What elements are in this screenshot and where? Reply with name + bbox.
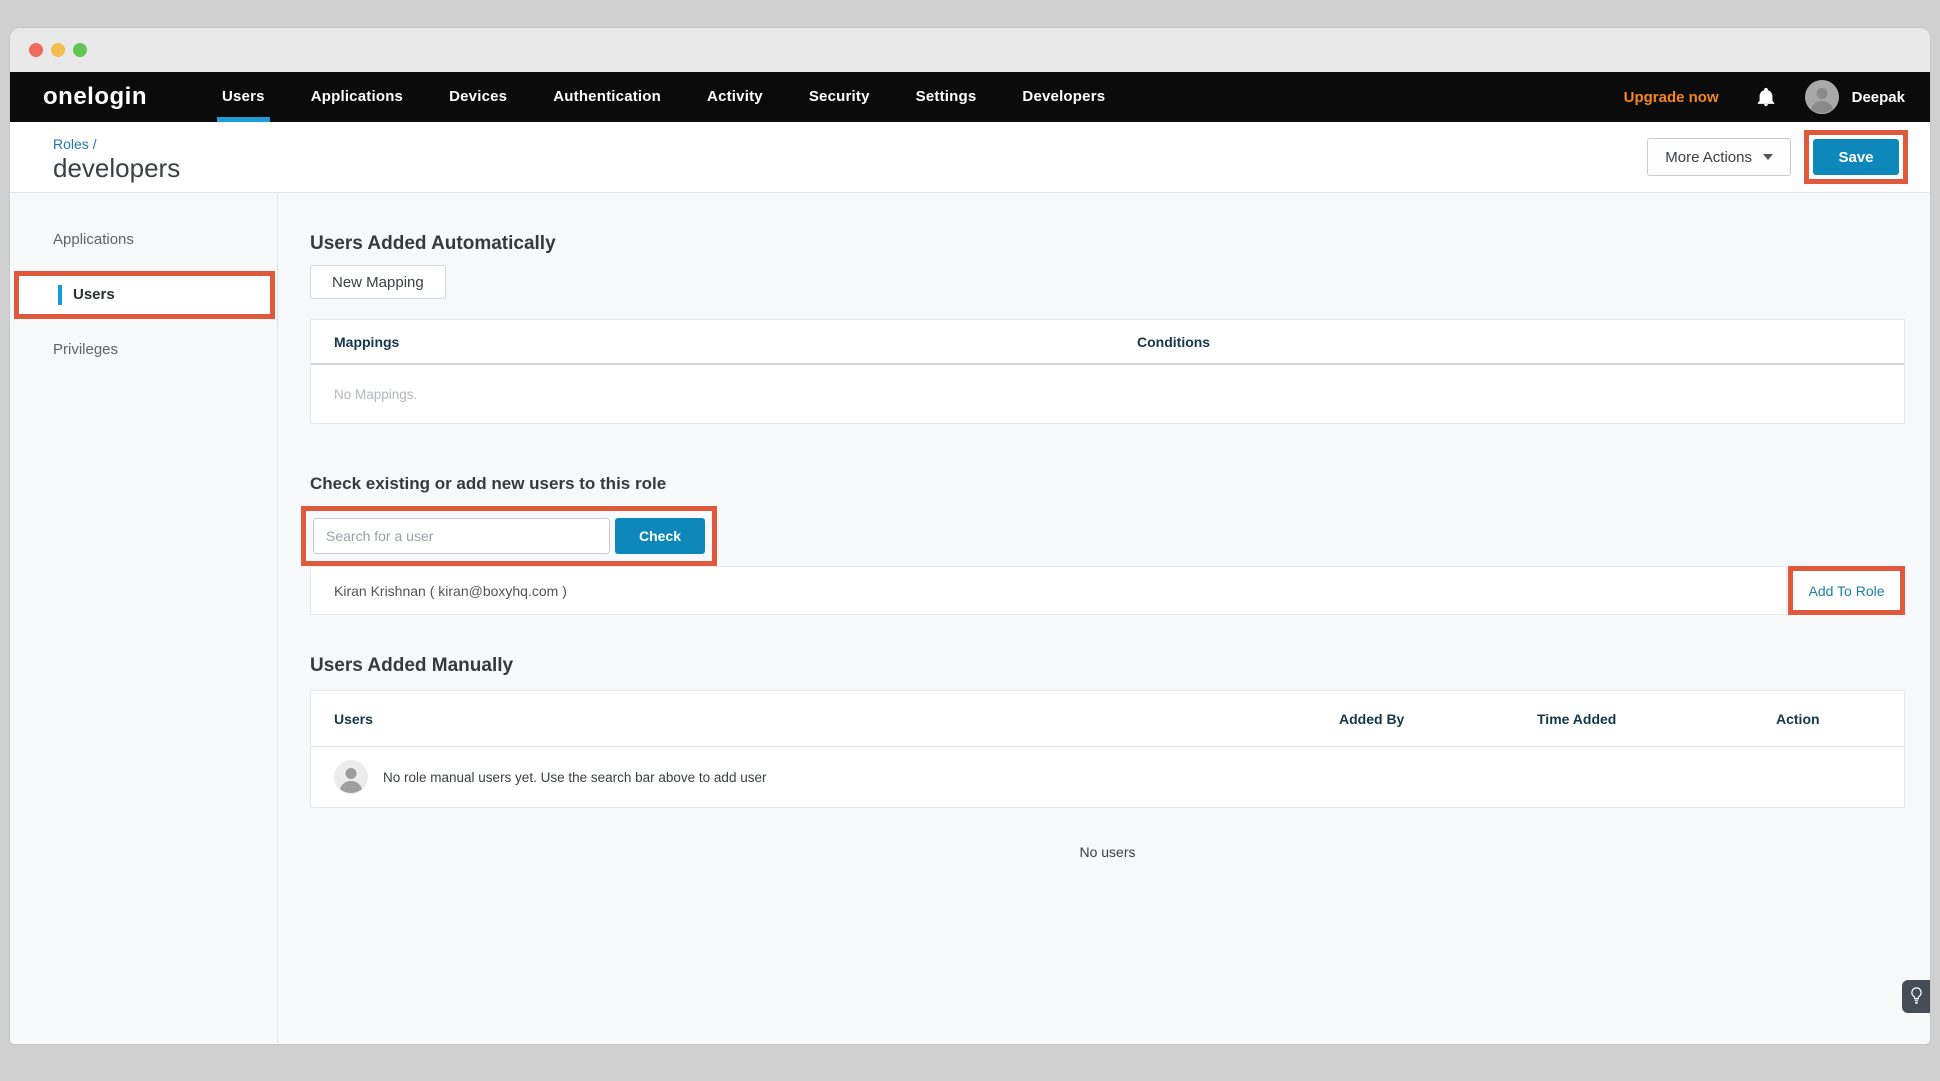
avatar-icon[interactable]: [1805, 80, 1839, 114]
search-user-input[interactable]: [313, 518, 610, 554]
search-result-row-wrap: Kiran Krishnan ( kiran@boxyhq.com ) Add …: [310, 566, 1905, 615]
close-icon[interactable]: [29, 43, 43, 57]
new-mapping-button[interactable]: New Mapping: [310, 265, 446, 299]
nav-tab-developers[interactable]: Developers: [999, 72, 1128, 122]
content-area: Applications Users Privileges Users Adde…: [10, 193, 1930, 1043]
save-annotation-box: Save: [1804, 130, 1908, 184]
lightbulb-helper-button[interactable]: [1902, 980, 1930, 1013]
add-to-role-annotation-box: Add To Role: [1788, 566, 1905, 615]
no-users-text: No users: [310, 844, 1905, 860]
sidebar-item-applications[interactable]: Applications: [10, 217, 277, 263]
nav-tab-activity[interactable]: Activity: [684, 72, 786, 122]
breadcrumb-block: Roles / developers: [53, 134, 180, 181]
no-mappings-text: No Mappings.: [311, 365, 1904, 423]
added-by-column-header: Added By: [1339, 711, 1537, 727]
chevron-down-icon: [1763, 154, 1773, 160]
sidebar-item-privileges[interactable]: Privileges: [10, 327, 277, 373]
user-name[interactable]: Deepak: [1852, 89, 1905, 106]
nav-tab-authentication[interactable]: Authentication: [530, 72, 684, 122]
save-button[interactable]: Save: [1813, 139, 1899, 175]
zoom-icon[interactable]: [73, 43, 87, 57]
minimize-icon[interactable]: [51, 43, 65, 57]
search-result-row: Kiran Krishnan ( kiran@boxyhq.com ): [310, 566, 1787, 615]
manual-section-heading: Users Added Manually: [310, 655, 1905, 677]
breadcrumb[interactable]: Roles /: [53, 136, 180, 152]
manual-users-table: Users Added By Time Added Action No role…: [310, 690, 1905, 808]
top-navbar: onelogin Users Applications Devices Auth…: [10, 72, 1930, 122]
nav-tab-settings[interactable]: Settings: [893, 72, 1000, 122]
mappings-column-header: Mappings: [334, 334, 1137, 350]
app-window: onelogin Users Applications Devices Auth…: [10, 28, 1930, 1044]
nav-tab-devices[interactable]: Devices: [426, 72, 530, 122]
users-annotation-box: Users: [14, 271, 275, 319]
no-manual-users-text: No role manual users yet. Use the search…: [383, 770, 766, 785]
page-header: Roles / developers More Actions Save: [10, 122, 1930, 193]
mappings-table-header: Mappings Conditions: [311, 320, 1904, 365]
nav-tabs: Users Applications Devices Authenticatio…: [199, 72, 1128, 122]
search-annotation-box: Check: [301, 506, 717, 566]
manual-users-empty-row: No role manual users yet. Use the search…: [311, 747, 1904, 807]
main-panel: Users Added Automatically New Mapping Ma…: [278, 193, 1930, 1043]
lightbulb-icon: [1910, 987, 1923, 1007]
nav-tab-users[interactable]: Users: [199, 72, 288, 122]
nav-tab-security[interactable]: Security: [786, 72, 893, 122]
add-to-role-link[interactable]: Add To Role: [1808, 583, 1884, 599]
nav-tab-applications[interactable]: Applications: [288, 72, 426, 122]
header-actions: More Actions Save: [1647, 130, 1908, 184]
more-actions-label: More Actions: [1665, 149, 1752, 166]
sidebar-item-users-label: Users: [73, 276, 115, 314]
auto-section-heading: Users Added Automatically: [310, 233, 1905, 255]
action-column-header: Action: [1776, 711, 1904, 727]
user-placeholder-avatar-icon: [334, 760, 368, 794]
navbar-right: Upgrade now Deepak: [1624, 80, 1905, 114]
window-titlebar: [10, 28, 1930, 72]
check-button[interactable]: Check: [615, 518, 705, 554]
active-indicator-bar: [58, 285, 62, 305]
users-column-header: Users: [334, 711, 1339, 727]
mappings-table: Mappings Conditions No Mappings.: [310, 319, 1905, 424]
manual-users-table-header: Users Added By Time Added Action: [311, 691, 1904, 747]
onelogin-logo: onelogin: [43, 83, 147, 111]
role-sidebar: Applications Users Privileges: [10, 193, 278, 1043]
upgrade-now-link[interactable]: Upgrade now: [1624, 89, 1719, 106]
time-added-column-header: Time Added: [1537, 711, 1776, 727]
result-user-text: Kiran Krishnan ( kiran@boxyhq.com ): [334, 583, 567, 599]
conditions-column-header: Conditions: [1137, 334, 1904, 350]
check-section-heading: Check existing or add new users to this …: [310, 474, 1905, 494]
sidebar-item-users[interactable]: Users: [19, 276, 270, 314]
bell-icon[interactable]: [1755, 86, 1777, 108]
page-title: developers: [53, 155, 180, 181]
more-actions-button[interactable]: More Actions: [1647, 138, 1791, 176]
